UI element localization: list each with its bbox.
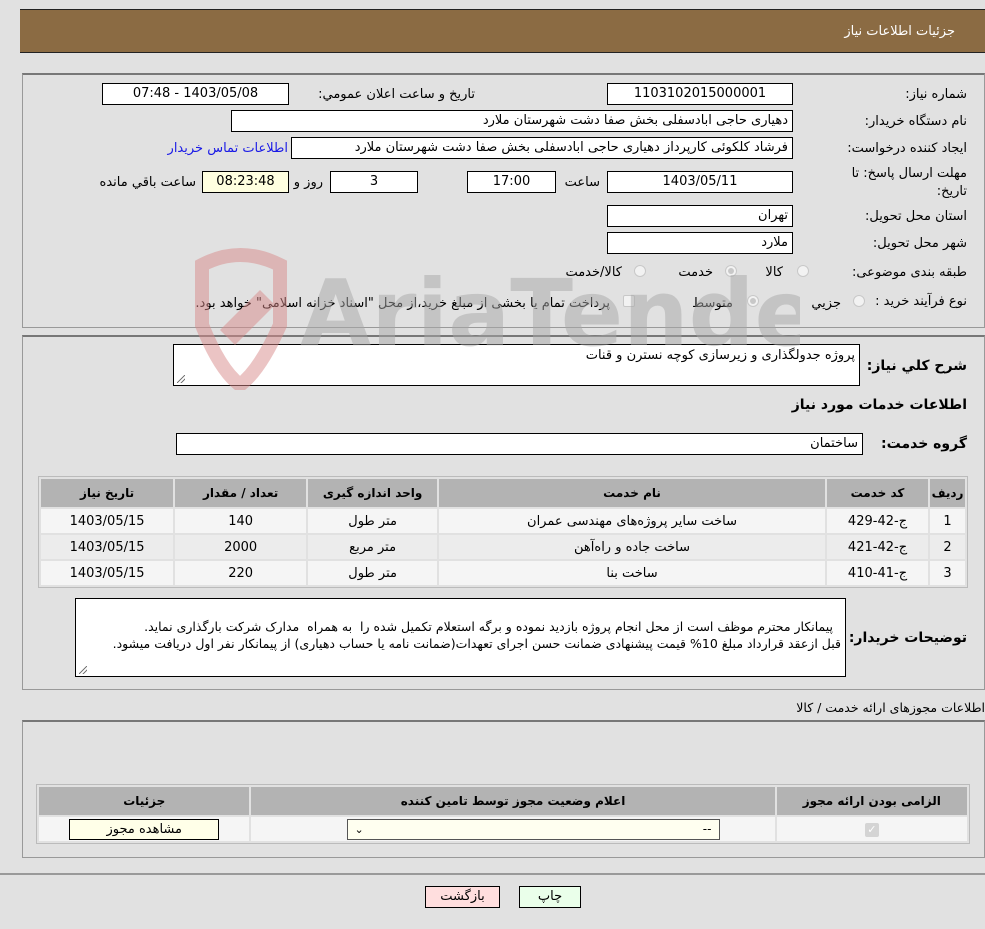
table-row: 3 ج-41-410 ساخت بنا متر طول 220 1403/05/… — [41, 561, 965, 585]
remaining-time-field: 08:23:48 — [202, 171, 289, 193]
service-group-label: گروه خدمت: — [881, 436, 967, 452]
footer-divider — [0, 873, 985, 875]
col-permit-required: الزامی بودن ارائه مجوز — [776, 787, 967, 815]
services-table-header: رديف کد خدمت نام خدمت واحد اندازه گیری ت… — [41, 479, 965, 507]
col-permit-details: جزئیات — [39, 787, 250, 815]
cell-row: 2 — [930, 535, 965, 559]
cell-quantity: 140 — [175, 509, 307, 533]
process-label: نوع فرآیند خرید : — [875, 294, 967, 309]
need-number-field: 1103102015000001 — [607, 83, 793, 105]
permit-row: ✓ -- ⌄ مشاهده مجوز — [39, 817, 967, 841]
days-field: 3 — [330, 171, 418, 193]
description-field[interactable]: پروژه جدولگذاری و زیرسازی کوچه نسترن و ق… — [173, 344, 860, 386]
cell-status: -- ⌄ — [251, 817, 775, 841]
col-service-name: نام خدمت — [439, 479, 825, 507]
view-permit-button[interactable]: مشاهده مجوز — [69, 818, 220, 840]
cell-row: 1 — [930, 509, 965, 533]
category-radio-goods-service[interactable] — [634, 265, 646, 277]
announce-label: تاريخ و ساعت اعلان عمومي: — [318, 87, 475, 102]
cell-date: 1403/05/15 — [41, 535, 174, 559]
resize-grip-icon[interactable] — [177, 375, 185, 383]
category-option-service: خدمت — [678, 265, 713, 280]
buyer-contact-link[interactable]: اطلاعات تماس خریدار — [168, 141, 288, 156]
city-label: شهر محل تحویل: — [872, 236, 967, 251]
permit-status-value: -- — [702, 821, 712, 836]
services-table: رديف کد خدمت نام خدمت واحد اندازه گیری ت… — [38, 476, 968, 588]
table-row: 1 ج-42-429 ساخت سایر پروژه‌های مهندسی عم… — [41, 509, 965, 533]
permit-status-select[interactable]: -- ⌄ — [347, 818, 721, 840]
cell-unit: متر طول — [308, 561, 438, 585]
table-row: 2 ج-42-421 ساخت جاده و راه‌آهن متر مربع … — [41, 535, 965, 559]
province-field: تهران — [607, 205, 793, 227]
deadline-date-field: 1403/05/11 — [607, 171, 793, 193]
city-field: ملارد — [607, 232, 793, 254]
time-label: ساعت — [564, 175, 600, 190]
cell-required: ✓ — [776, 817, 967, 841]
deadline-label: مهلت ارسال پاسخ: تا تاریخ: — [851, 166, 967, 199]
creator-field: فرشاد کلکوئی کارپرداز دهیاری حاجی ابادسف… — [291, 137, 793, 159]
col-row: رديف — [930, 479, 965, 507]
need-number-label: شماره نیاز: — [905, 87, 967, 102]
back-button[interactable]: بازگشت — [425, 886, 500, 908]
process-option-minor: جزيي — [811, 296, 841, 311]
cell-quantity: 2000 — [175, 535, 307, 559]
buyer-notes-field[interactable]: پیمانکار محترم موظف است از محل انجام پرو… — [75, 598, 846, 677]
page-header: جزئیات اطلاعات نیاز — [20, 9, 985, 53]
category-option-goods-service: کالا/خدمت — [565, 265, 622, 280]
process-radio-minor[interactable] — [853, 295, 865, 307]
treasury-note: پرداخت تمام یا بخشی از مبلغ خرید،از محل … — [195, 296, 610, 311]
cell-unit: متر مربع — [308, 535, 438, 559]
cell-code: ج-41-410 — [826, 561, 929, 585]
cell-code: ج-42-421 — [826, 535, 929, 559]
cell-date: 1403/05/15 — [41, 509, 174, 533]
deadline-time-field: 17:00 — [467, 171, 556, 193]
col-need-date: تاریخ نیاز — [41, 479, 174, 507]
col-permit-status: اعلام وضعیت مجوز توسط تامین کننده — [251, 787, 775, 815]
page-title: جزئیات اطلاعات نیاز — [844, 24, 955, 39]
permits-table-header: الزامی بودن ارائه مجوز اعلام وضعیت مجوز … — [39, 787, 967, 815]
buyer-org-label: نام دستگاه خريدار: — [864, 114, 967, 129]
cell-row: 3 — [930, 561, 965, 585]
col-unit: واحد اندازه گیری — [308, 479, 438, 507]
resize-grip-icon[interactable] — [79, 666, 87, 674]
category-option-goods: کالا — [765, 265, 783, 280]
buyer-notes-label: توضیحات خریدار: — [848, 630, 967, 646]
chevron-down-icon: ⌄ — [354, 822, 364, 836]
province-label: استان محل تحویل: — [865, 209, 967, 224]
treasury-checkbox[interactable] — [623, 295, 635, 307]
col-service-code: کد خدمت — [826, 479, 929, 507]
description-label: شرح كلي نياز: — [866, 358, 967, 374]
days-label: روز و — [293, 175, 323, 190]
cell-unit: متر طول — [308, 509, 438, 533]
cell-name: ساخت بنا — [439, 561, 825, 585]
description-text: پروژه جدولگذاری و زیرسازی کوچه نسترن و ق… — [585, 348, 855, 363]
announce-field: 1403/05/08 - 07:48 — [102, 83, 289, 105]
cell-details: مشاهده مجوز — [39, 817, 250, 841]
cell-quantity: 220 — [175, 561, 307, 585]
category-radio-goods[interactable] — [797, 265, 809, 277]
category-radio-service[interactable] — [725, 265, 737, 277]
cell-name: ساخت جاده و راه‌آهن — [439, 535, 825, 559]
cell-code: ج-42-429 — [826, 509, 929, 533]
creator-label: ايجاد کننده درخواست: — [847, 141, 967, 156]
category-label: طبقه بندی موضوعی: — [851, 265, 967, 280]
services-title: اطلاعات خدمات مورد نياز — [791, 397, 967, 413]
permits-title: اطلاعات مجوزهای ارائه خدمت / کالا — [796, 700, 985, 715]
required-checkbox[interactable]: ✓ — [864, 822, 879, 837]
buyer-org-field: دهیاری حاجی ابادسفلی بخش صفا دشت شهرستان… — [231, 110, 793, 132]
permits-table: الزامی بودن ارائه مجوز اعلام وضعیت مجوز … — [36, 784, 970, 844]
buyer-notes-text: پیمانکار محترم موظف است از محل انجام پرو… — [112, 619, 841, 651]
service-group-field: ساختمان — [176, 433, 863, 455]
process-option-medium: متوسط — [692, 296, 733, 311]
print-button[interactable]: چاپ — [519, 886, 581, 908]
cell-date: 1403/05/15 — [41, 561, 174, 585]
process-radio-medium[interactable] — [747, 295, 759, 307]
remaining-label: ساعت باقي مانده — [99, 175, 196, 190]
col-quantity: تعداد / مقدار — [175, 479, 307, 507]
cell-name: ساخت سایر پروژه‌های مهندسی عمران — [439, 509, 825, 533]
